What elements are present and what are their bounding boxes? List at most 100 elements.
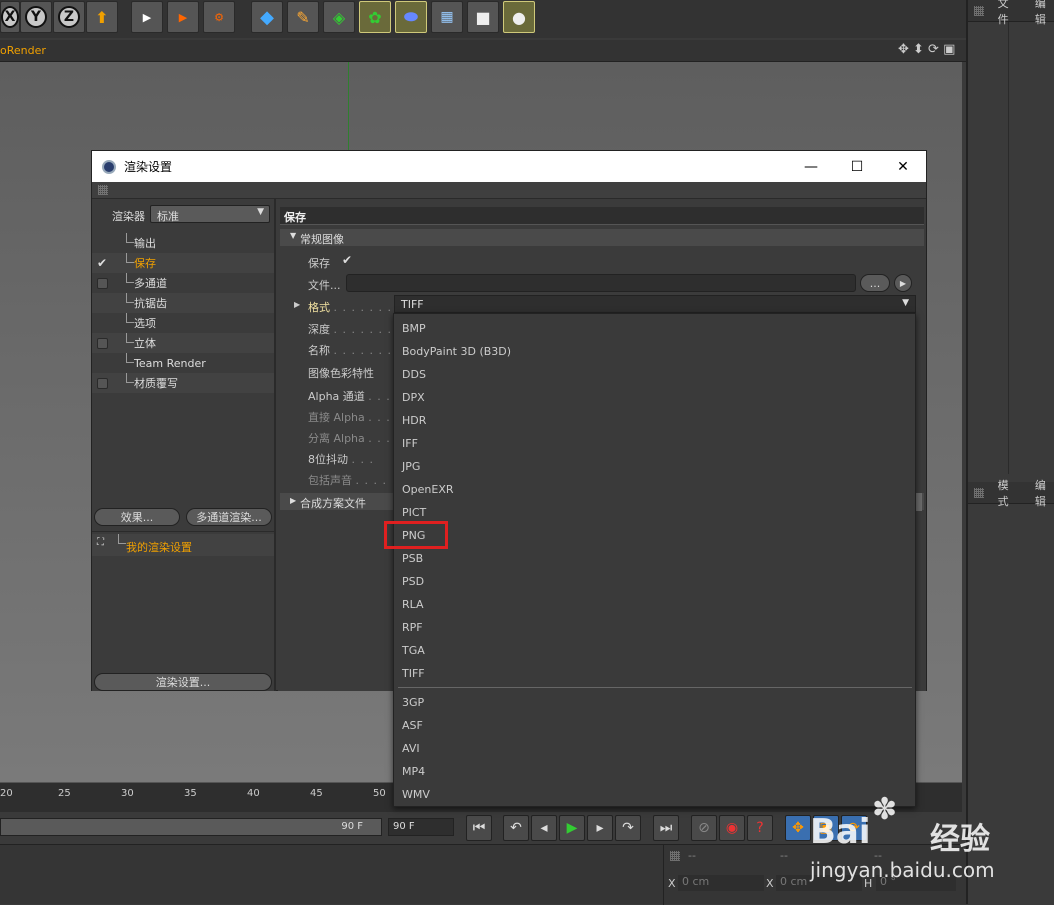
next-frame-button[interactable]: ▸ — [587, 815, 613, 841]
format-option[interactable]: PSD — [402, 575, 424, 588]
axis-y-button[interactable]: Y — [20, 1, 52, 33]
prop-label: 深度 — [308, 323, 330, 336]
format-option[interactable]: DDS — [402, 368, 426, 381]
goto-start-button[interactable]: ⏮ — [466, 815, 492, 841]
file-arrow-button[interactable]: ▶ — [894, 274, 912, 292]
nav-item-multipass[interactable]: 多通道 — [92, 273, 274, 293]
format-option[interactable]: RLA — [402, 598, 424, 611]
section-header: 保存 — [280, 207, 924, 225]
rotate-tool-button[interactable]: ⟳ — [841, 815, 867, 841]
minimize-icon: — — [804, 158, 818, 175]
main-toolbar: X Y Z ⬆ ▶ ▶ ⚙ ◆ ✎ ◈ ✿ ⬬ ▦ ■ ● — [0, 0, 966, 38]
format-option[interactable]: ASF — [402, 719, 423, 732]
floor-button[interactable]: ▦ — [431, 1, 463, 33]
maximize-button[interactable]: ☐ — [834, 151, 880, 182]
end-frame-field[interactable]: 90 F — [388, 818, 454, 836]
keyframe-off-button[interactable]: ⊘ — [691, 815, 717, 841]
format-option[interactable]: 3GP — [402, 696, 424, 709]
browse-button[interactable]: ... — [860, 274, 890, 292]
preset-item[interactable]: ⛶ 我的渲染设置 — [92, 534, 274, 556]
axis-z-button[interactable]: Z — [53, 1, 85, 33]
nav-label: 材质覆写 — [134, 377, 178, 390]
scale-tool-button[interactable]: ▣ — [813, 815, 839, 841]
coord-x-field[interactable]: 0 cm — [678, 875, 764, 891]
format-option[interactable]: WMV — [402, 788, 430, 801]
save-checkbox[interactable]: ✔ — [342, 253, 352, 267]
format-option[interactable]: PSB — [402, 552, 423, 565]
prev-key-button[interactable]: ↶ — [503, 815, 529, 841]
play-button[interactable]: ▶ — [559, 815, 585, 841]
coord-header: -- — [688, 849, 696, 862]
coord-h-field[interactable]: 0 ° — [876, 875, 956, 891]
nav-checkbox-stereo[interactable] — [97, 337, 108, 349]
camera-button[interactable]: ■ — [467, 1, 499, 33]
render-settings-button[interactable]: 渲染设置... — [94, 673, 272, 691]
cube-button[interactable]: ◆ — [251, 1, 283, 33]
multipass-render-button[interactable]: 多通道渲染... — [186, 508, 272, 526]
menu-mode[interactable]: 模式 — [998, 477, 1019, 509]
content-scrollbar[interactable] — [916, 493, 922, 511]
viewport-title: oRender — [0, 44, 46, 57]
tree-line — [126, 273, 134, 283]
nav-item-antialiasing[interactable]: 抗锯齿 — [92, 293, 274, 313]
nav-checkbox-save[interactable]: ✔ — [97, 256, 108, 270]
record-button[interactable]: ◉ — [719, 815, 745, 841]
minimize-button[interactable]: — — [788, 151, 834, 182]
move-icon: ✥ — [792, 820, 804, 836]
prev-frame-button[interactable]: ◂ — [531, 815, 557, 841]
format-option[interactable]: MP4 — [402, 765, 425, 778]
format-option[interactable]: RPF — [402, 621, 423, 634]
subdivision-button[interactable]: ◈ — [323, 1, 355, 33]
grip-icon — [670, 851, 680, 861]
right-panel: 文件 编辑 模式 编辑 — [966, 0, 1054, 904]
close-button[interactable]: ✕ — [880, 151, 926, 182]
light-button[interactable]: ● — [503, 1, 535, 33]
axis-z-icon: Z — [58, 6, 80, 28]
axis-x-button[interactable]: X — [0, 1, 20, 33]
renderer-select[interactable]: 标准 ▼ — [150, 205, 270, 223]
viewport-nav-icons[interactable]: ✥ ⬍ ⟳ ▣ — [898, 42, 955, 57]
format-option[interactable]: AVI — [402, 742, 420, 755]
deformer-button[interactable]: ⬬ — [395, 1, 427, 33]
coord-x2-field[interactable]: 0 cm — [776, 875, 862, 891]
edit-render-settings-button[interactable]: ⚙ — [203, 1, 235, 33]
format-option[interactable]: HDR — [402, 414, 426, 427]
render-view-button[interactable]: ▶ — [131, 1, 163, 33]
format-option[interactable]: OpenEXR — [402, 483, 454, 496]
pen-button[interactable]: ✎ — [287, 1, 319, 33]
format-option[interactable]: TIFF — [402, 667, 425, 680]
next-key-button[interactable]: ↷ — [615, 815, 641, 841]
nav-checkbox-material-override[interactable] — [97, 377, 108, 389]
format-option[interactable]: IFF — [402, 437, 418, 450]
render-picture-viewer-button[interactable]: ▶ — [167, 1, 199, 33]
nav-item-material-override[interactable]: 材质覆写 — [92, 373, 274, 393]
format-value: TIFF — [401, 298, 424, 311]
format-option[interactable]: PICT — [402, 506, 426, 519]
nav-item-stereo[interactable]: 立体 — [92, 333, 274, 353]
nav-checkbox-multipass[interactable] — [97, 277, 108, 289]
cloner-button[interactable]: ✿ — [359, 1, 391, 33]
nav-item-team-render[interactable]: Team Render — [92, 353, 274, 373]
menu-edit[interactable]: 编辑 — [1035, 0, 1054, 27]
goto-end-button[interactable]: ⏭ — [653, 815, 679, 841]
nav-item-output[interactable]: 输出 — [92, 233, 274, 253]
group-header-regular-image[interactable]: ▼ 常规图像 — [280, 229, 924, 246]
format-option[interactable]: DPX — [402, 391, 425, 404]
group-title: 合成方案文件 — [300, 497, 366, 510]
format-select[interactable]: TIFF ▼ — [394, 295, 916, 313]
format-option[interactable]: BMP — [402, 322, 426, 335]
nav-item-options[interactable]: 选项 — [92, 313, 274, 333]
help-button[interactable]: ? — [747, 815, 773, 841]
effects-button[interactable]: 效果... — [94, 508, 180, 526]
object-manager-menu: 文件 编辑 — [968, 0, 1054, 26]
nav-item-save[interactable]: ✔ 保存 — [92, 253, 274, 273]
move-tool-button[interactable]: ✥ — [785, 815, 811, 841]
menu-edit-2[interactable]: 编辑 — [1035, 477, 1054, 509]
frame-range-slider[interactable]: 90 F — [0, 818, 382, 836]
coordinate-system-button[interactable]: ⬆ — [86, 1, 118, 33]
file-path-input[interactable] — [346, 274, 856, 292]
prev-key-icon: ↶ — [510, 820, 522, 836]
format-option[interactable]: TGA — [402, 644, 425, 657]
format-option[interactable]: JPG — [402, 460, 420, 473]
format-option[interactable]: BodyPaint 3D (B3D) — [402, 345, 511, 358]
